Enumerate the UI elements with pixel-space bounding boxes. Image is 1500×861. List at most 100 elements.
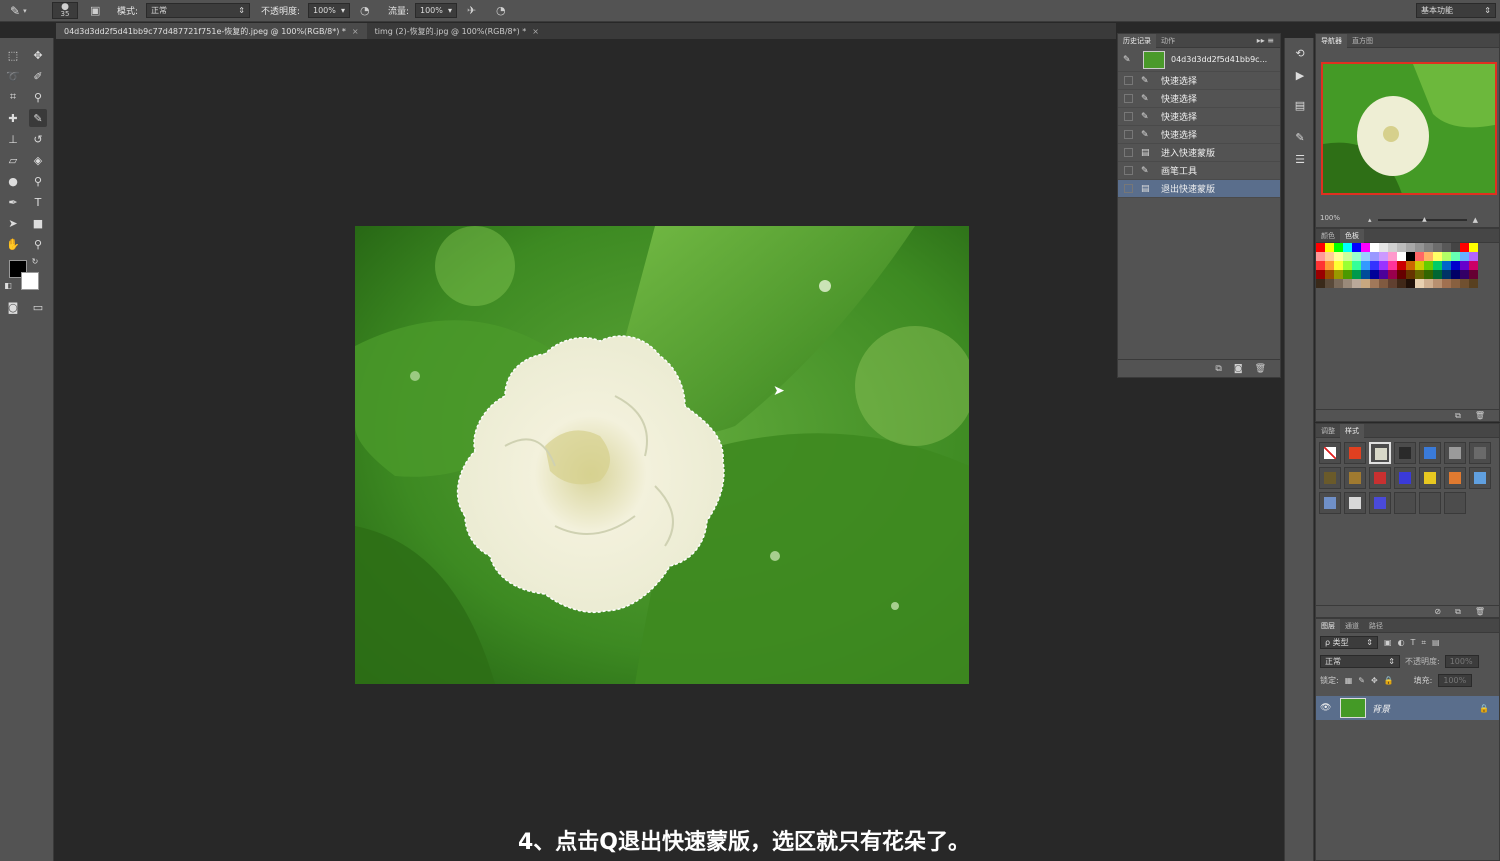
color-swatch[interactable] [1415, 252, 1424, 261]
history-source-checkbox[interactable] [1124, 76, 1133, 85]
color-swatch[interactable] [1370, 261, 1379, 270]
color-swatch[interactable] [1469, 261, 1478, 270]
style-preset[interactable] [1469, 467, 1491, 489]
lasso-tool-icon[interactable]: ➰ [4, 67, 22, 85]
rectangle-tool-icon[interactable]: ■ [29, 214, 47, 232]
history-item[interactable]: ▤ 进入快速蒙版 [1118, 144, 1280, 162]
dodge-tool-icon[interactable]: ⚲ [29, 172, 47, 190]
history-panel-icon[interactable]: ⟲ [1291, 44, 1309, 62]
color-swatch[interactable] [1379, 270, 1388, 279]
color-swatch[interactable] [1406, 261, 1415, 270]
color-swatch[interactable] [1325, 279, 1334, 288]
blur-tool-icon[interactable]: ● [4, 172, 22, 190]
history-item[interactable]: ✎ 快速选择 [1118, 72, 1280, 90]
style-preset[interactable] [1319, 492, 1341, 514]
style-preset[interactable] [1419, 442, 1441, 464]
smart-object-filter-icon[interactable]: ▤ [1432, 638, 1440, 647]
color-swatch[interactable] [1442, 252, 1451, 261]
blend-mode-dropdown[interactable]: 正常 ⇕ [1320, 655, 1400, 668]
document-image[interactable] [355, 226, 969, 684]
color-swatch[interactable] [1316, 252, 1325, 261]
color-swatch[interactable] [1451, 252, 1460, 261]
color-swatch[interactable] [1424, 252, 1433, 261]
tab-navigator[interactable]: 导航器 [1316, 33, 1347, 48]
eyedropper-tool-icon[interactable]: ⚲ [29, 88, 47, 106]
trash-icon[interactable]: 🗑 [1475, 411, 1485, 420]
color-swatch[interactable] [1442, 270, 1451, 279]
style-preset[interactable] [1369, 467, 1391, 489]
navigator-zoom-slider[interactable]: ▴ ▲ ▲ [1368, 216, 1478, 224]
color-swatch[interactable] [1469, 279, 1478, 288]
eraser-tool-icon[interactable]: ▱ [4, 151, 22, 169]
color-swatch[interactable] [1415, 279, 1424, 288]
camera-icon[interactable]: ◙ [1234, 364, 1243, 374]
style-preset[interactable] [1444, 492, 1466, 514]
shape-filter-icon[interactable]: ⌗ [1421, 638, 1426, 648]
layer-name[interactable]: 背景 [1372, 702, 1390, 715]
layer-opacity-field[interactable]: 100% [1444, 655, 1479, 668]
color-swatch[interactable] [1451, 270, 1460, 279]
play-actions-icon[interactable]: ▶ [1291, 66, 1309, 84]
history-item[interactable]: ✎ 快速选择 [1118, 126, 1280, 144]
layer-row-background[interactable]: 👁 背景 🔒 [1316, 696, 1499, 720]
color-swatch[interactable] [1334, 279, 1343, 288]
color-swatch[interactable] [1352, 261, 1361, 270]
tab-channels[interactable]: 通道 [1340, 619, 1364, 633]
pixel-filter-icon[interactable]: ▣ [1384, 638, 1392, 647]
tab-paths[interactable]: 路径 [1364, 619, 1388, 633]
close-icon[interactable]: × [532, 27, 539, 36]
history-source-checkbox[interactable] [1124, 94, 1133, 103]
close-icon[interactable]: × [352, 27, 359, 36]
brush-panel-toggle[interactable]: ▣ [90, 2, 100, 19]
color-swatch[interactable] [1433, 261, 1442, 270]
type-filter-icon[interactable]: T [1411, 638, 1416, 647]
color-swatch[interactable] [1370, 270, 1379, 279]
color-swatch[interactable] [1424, 279, 1433, 288]
color-swatch[interactable] [1397, 243, 1406, 252]
lock-position-icon[interactable]: ✥ [1371, 676, 1378, 685]
color-swatch[interactable] [1451, 261, 1460, 270]
adjustment-filter-icon[interactable]: ◐ [1398, 638, 1405, 647]
style-preset[interactable] [1344, 467, 1366, 489]
new-swatch-icon[interactable]: ⧉ [1455, 411, 1461, 421]
color-swatch[interactable] [1370, 252, 1379, 261]
color-swatch[interactable] [1343, 243, 1352, 252]
color-swatch[interactable] [1343, 270, 1352, 279]
style-preset[interactable] [1319, 442, 1341, 464]
color-swatch[interactable] [1433, 252, 1442, 261]
color-swatch[interactable] [1379, 279, 1388, 288]
color-swatch[interactable] [1325, 252, 1334, 261]
pressure-size-button[interactable]: ◔ [496, 2, 506, 19]
color-swatch[interactable] [1406, 279, 1415, 288]
default-colors-icon[interactable]: ◧ [3, 280, 13, 290]
color-swatch[interactable] [1352, 243, 1361, 252]
history-snapshot[interactable]: ✎ 04d3d3dd2f5d41bb9c... [1118, 48, 1280, 72]
tab-adjustments[interactable]: 调整 [1316, 424, 1340, 438]
color-swatch[interactable] [1415, 261, 1424, 270]
color-swatch[interactable] [1397, 261, 1406, 270]
properties-icon[interactable]: ▤ [1291, 96, 1309, 114]
color-swatch[interactable] [1424, 270, 1433, 279]
color-swatch[interactable] [1397, 270, 1406, 279]
color-swatch[interactable] [1451, 243, 1460, 252]
style-preset[interactable] [1444, 467, 1466, 489]
trash-icon[interactable]: 🗑 [1255, 364, 1266, 374]
color-swatch[interactable] [1370, 243, 1379, 252]
color-swatch[interactable] [1460, 279, 1469, 288]
color-swatch[interactable] [1442, 279, 1451, 288]
color-swatch[interactable] [1415, 270, 1424, 279]
history-source-checkbox[interactable] [1124, 130, 1133, 139]
color-swatch[interactable] [1460, 252, 1469, 261]
color-swatch[interactable] [1460, 261, 1469, 270]
tab-document-2[interactable]: timg (2)-恢复的.jpg @ 100%(RGB/8*) * × [367, 23, 547, 39]
style-preset[interactable] [1444, 442, 1466, 464]
tab-document-1[interactable]: 04d3d3dd2f5d41bb9c77d487721f751e-恢复的.jpe… [56, 23, 367, 39]
color-swatch[interactable] [1379, 243, 1388, 252]
lock-all-icon[interactable]: 🔒 [1384, 676, 1394, 685]
quick-selection-tool-icon[interactable]: ✐ [29, 67, 47, 85]
color-swatch[interactable] [1334, 252, 1343, 261]
color-swatch[interactable] [1361, 261, 1370, 270]
quick-mask-icon[interactable]: ◙ [4, 298, 22, 316]
color-swatch[interactable] [1460, 270, 1469, 279]
flow-field[interactable]: 100% ▾ [415, 3, 457, 18]
